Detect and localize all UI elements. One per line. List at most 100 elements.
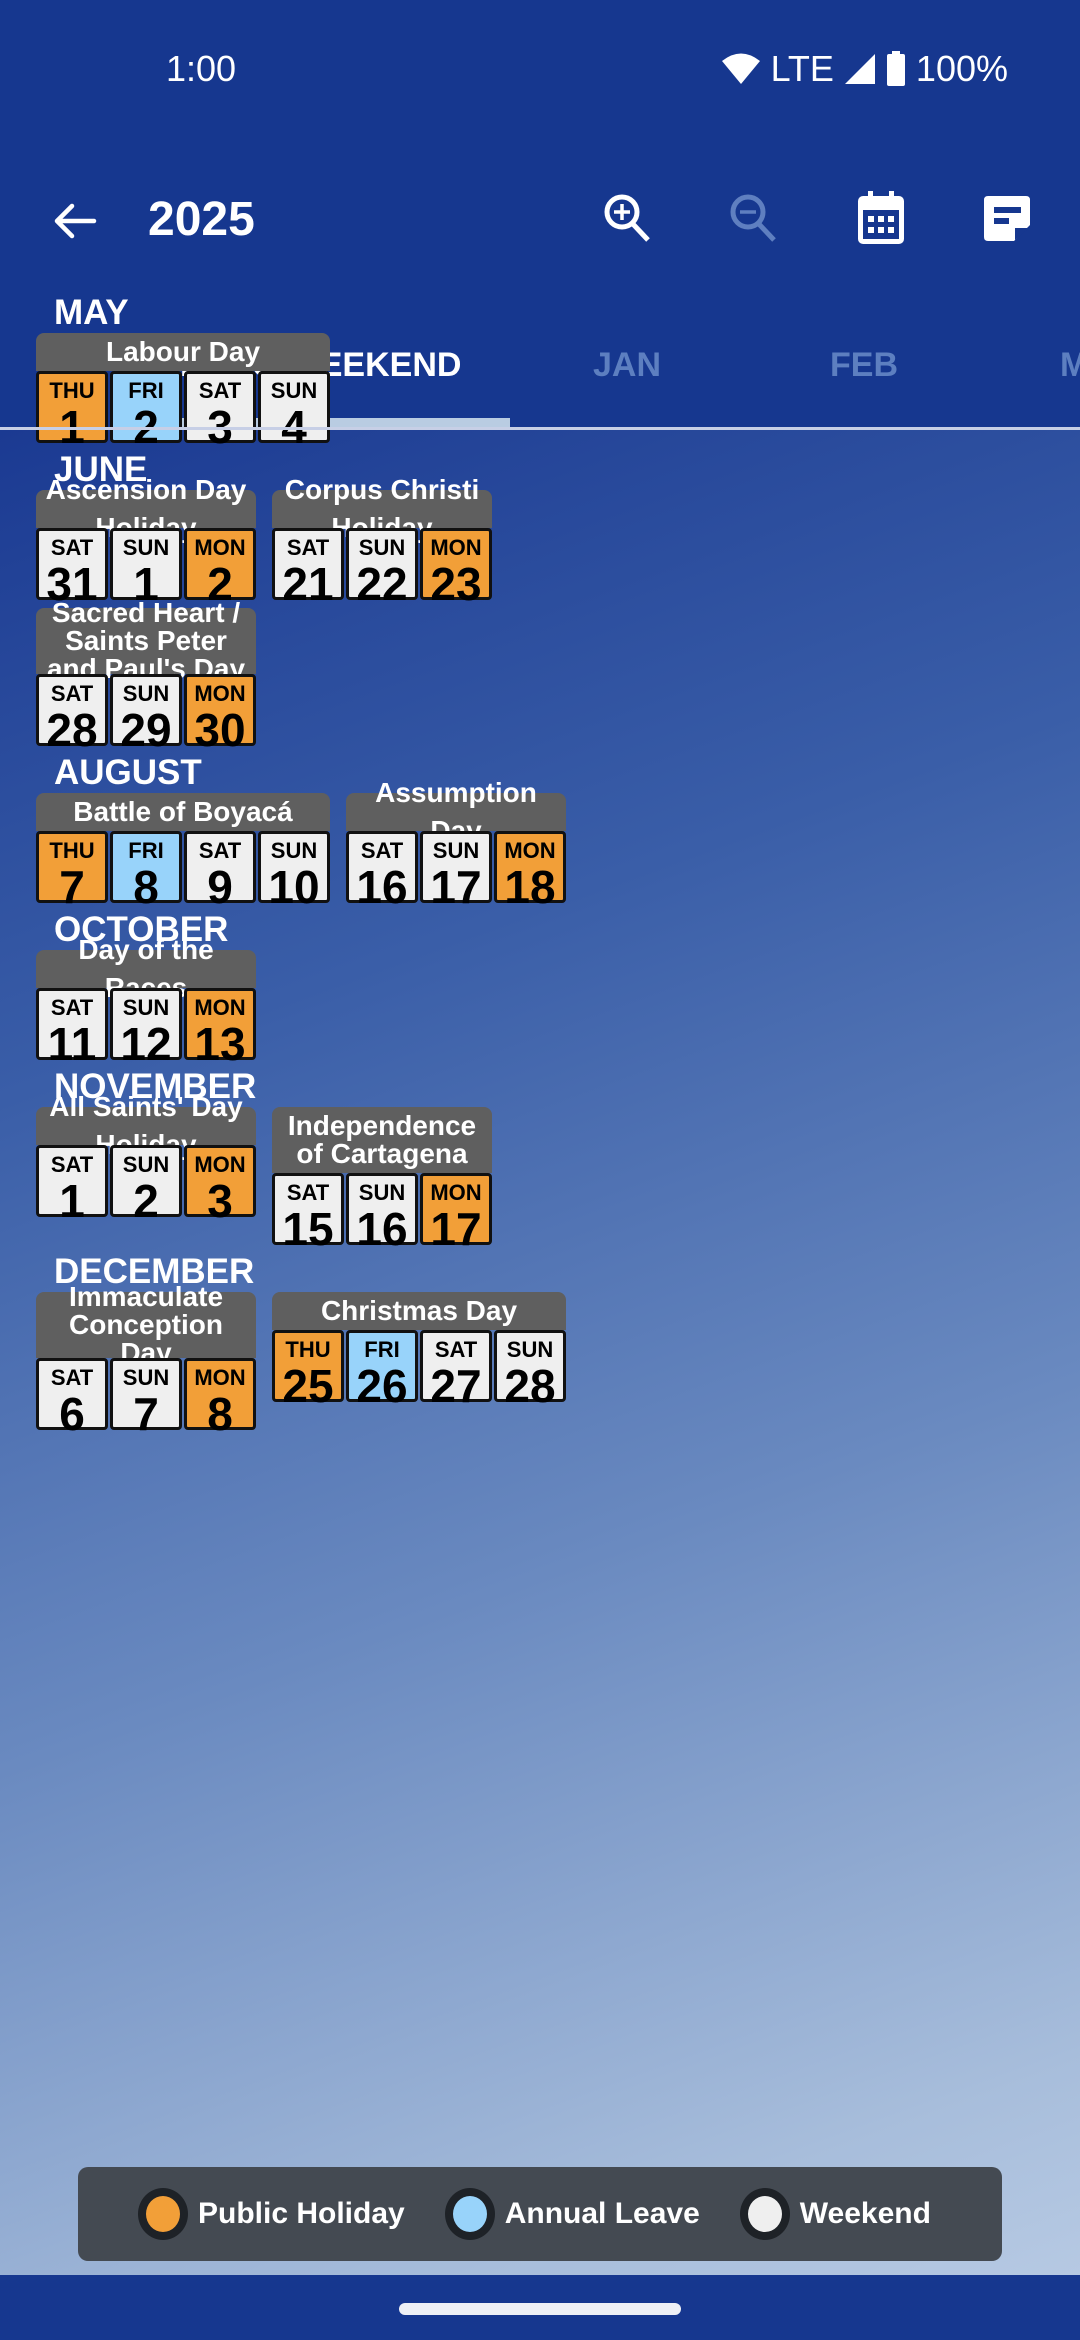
day-cell-leave[interactable]: FRI 2 xyxy=(110,371,182,450)
day-cell-holiday[interactable]: THU 1 xyxy=(36,371,108,450)
day-cell-weekend[interactable]: SUN 22 xyxy=(346,528,418,607)
day-cell-weekend[interactable]: SAT 27 xyxy=(420,1330,492,1409)
day-number: 1 xyxy=(59,1175,85,1227)
long-weekend-card[interactable]: Corpus Christi HolidaySAT21SUN22MON23 xyxy=(272,474,492,607)
day-cells: SAT 21 SUN 22 MON 23 xyxy=(272,528,492,607)
long-weekend-card[interactable]: Sacred Heart / Saints Peter and Paul's D… xyxy=(36,599,256,753)
day-of-week: THU xyxy=(285,1337,331,1362)
day-number: 7 xyxy=(133,1388,159,1440)
zoom-out-button[interactable] xyxy=(724,190,784,250)
calendar-button[interactable] xyxy=(851,190,911,250)
day-cell-weekend[interactable]: SAT 15 xyxy=(272,1173,344,1252)
day-cells: SAT 15 SUN 16 MON 17 xyxy=(272,1173,492,1252)
day-number: 17 xyxy=(430,861,482,913)
day-cells: THU 1 FRI 2 SAT 3 SUN 4 xyxy=(36,371,330,450)
zoom-in-button[interactable] xyxy=(598,190,658,250)
day-cell-weekend[interactable]: SUN 12 xyxy=(110,988,182,1067)
holiday-name: All Saints' Day Holiday xyxy=(36,1091,256,1160)
day-number: 3 xyxy=(207,1175,233,1227)
day-of-week: SAT xyxy=(50,681,94,706)
day-cell-weekend[interactable]: SAT 6 xyxy=(36,1358,108,1437)
back-button[interactable] xyxy=(50,196,100,246)
legend-item-annual-leave: Annual Leave xyxy=(444,2188,700,2240)
status-bar: 1:00 LTE 100% xyxy=(0,0,1080,140)
day-of-week: SUN xyxy=(270,838,318,863)
legend-label: Public Holiday xyxy=(198,2197,405,2230)
long-weekend-card[interactable]: Christmas Day THU 25 FRI 26 SAT 27 SUN 28 xyxy=(272,1292,566,1409)
day-cell-holiday[interactable]: MON 2 xyxy=(184,528,256,607)
day-cell-holiday[interactable]: MON 18 xyxy=(494,831,566,910)
holiday-name: Labour Day xyxy=(36,333,330,371)
day-of-week: SUN xyxy=(270,378,318,403)
long-weekend-card[interactable]: Ascension Day HolidaySAT31SUN1MON2 xyxy=(36,474,256,607)
day-cell-leave[interactable]: FRI 26 xyxy=(346,1330,418,1409)
day-of-week: SUN xyxy=(122,535,170,560)
day-of-week: SUN xyxy=(358,1180,406,1205)
long-weekend-card[interactable]: Battle of Boyacá THU 7 FRI 8 SAT 9 SUN 10 xyxy=(36,793,330,910)
zoom-out-icon xyxy=(728,192,780,249)
day-cell-weekend[interactable]: SUN 4 xyxy=(258,371,330,450)
day-of-week: MON xyxy=(194,535,246,560)
day-cell-weekend[interactable]: SAT 3 xyxy=(184,371,256,450)
day-cell-weekend[interactable]: SAT 16 xyxy=(346,831,418,910)
day-cell-weekend[interactable]: SAT 31 xyxy=(36,528,108,607)
day-cell-holiday[interactable]: MON 13 xyxy=(184,988,256,1067)
day-cells: SAT 1 SUN 2 MON 3 xyxy=(36,1145,256,1224)
long-weekend-card[interactable]: Assumption DaySAT16SUN17MON18 xyxy=(346,777,566,910)
day-of-week: SAT xyxy=(360,838,404,863)
long-weekend-card[interactable]: Day of the RacesSAT11SUN12MON13 xyxy=(36,934,256,1067)
day-cell-weekend[interactable]: SAT 28 xyxy=(36,674,108,753)
day-number: 2 xyxy=(133,1175,159,1227)
tab-jan[interactable]: JAN xyxy=(593,346,661,385)
day-cells: THU 25 FRI 26 SAT 27 SUN 28 xyxy=(272,1330,566,1409)
day-cell-weekend[interactable]: SAT 21 xyxy=(272,528,344,607)
home-gesture-handle[interactable] xyxy=(399,2303,681,2315)
holiday-name: Immaculate Conception Day xyxy=(36,1283,256,1367)
wifi-icon xyxy=(721,52,761,86)
long-weekend-card[interactable]: Immaculate Conception Day SAT 6 SUN 7 MON 8 xyxy=(36,1283,256,1437)
day-cell-weekend[interactable]: SUN 16 xyxy=(346,1173,418,1252)
day-cell-weekend[interactable]: SUN 28 xyxy=(494,1330,566,1409)
day-cell-holiday[interactable]: MON 30 xyxy=(184,674,256,753)
battery-percent: 100% xyxy=(915,48,1008,89)
day-cell-holiday[interactable]: THU 7 xyxy=(36,831,108,910)
day-cell-weekend[interactable]: SUN 10 xyxy=(258,831,330,910)
day-number: 27 xyxy=(430,1360,482,1412)
long-weekend-card[interactable]: Independence of Cartagena SAT 15 SUN 16 MON 17 xyxy=(272,1107,492,1252)
day-cell-weekend[interactable]: SUN 7 xyxy=(110,1358,182,1437)
day-number: 8 xyxy=(207,1388,233,1440)
day-cell-holiday[interactable]: THU 25 xyxy=(272,1330,344,1409)
legend-item-weekend: Weekend xyxy=(739,2188,931,2240)
day-of-week: SUN xyxy=(358,535,406,560)
day-cell-weekend[interactable]: SUN 29 xyxy=(110,674,182,753)
day-of-week: SUN xyxy=(122,681,170,706)
day-cell-weekend[interactable]: SAT 11 xyxy=(36,988,108,1067)
day-cell-weekend[interactable]: SUN 1 xyxy=(110,528,182,607)
day-cell-weekend[interactable]: SAT 9 xyxy=(184,831,256,910)
day-cell-holiday[interactable]: MON 17 xyxy=(420,1173,492,1252)
day-cell-weekend[interactable]: SUN 2 xyxy=(110,1145,182,1224)
day-cell-holiday[interactable]: MON 8 xyxy=(184,1358,256,1437)
legend: Public Holiday Annual Leave Weekend xyxy=(78,2167,1002,2261)
day-cell-leave[interactable]: FRI 8 xyxy=(110,831,182,910)
system-nav-bar xyxy=(0,2275,1080,2340)
holiday-name: Ascension Day Holiday xyxy=(36,474,256,543)
day-cell-weekend[interactable]: SUN 17 xyxy=(420,831,492,910)
day-cell-holiday[interactable]: MON 3 xyxy=(184,1145,256,1224)
day-of-week: SAT xyxy=(50,535,94,560)
long-weekend-card[interactable]: All Saints' Day HolidaySAT1SUN2MON3 xyxy=(36,1091,256,1224)
notes-button[interactable] xyxy=(977,190,1037,250)
day-of-week: MON xyxy=(430,535,482,560)
long-weekend-list[interactable]: MAY Labour Day THU 1 FRI 2 SAT 3 SUN 4 JUNE Ascensi… xyxy=(0,293,1080,2275)
tab-feb[interactable]: FEB xyxy=(830,346,898,385)
day-number: 18 xyxy=(504,861,556,913)
day-cell-weekend[interactable]: SAT 1 xyxy=(36,1145,108,1224)
zoom-in-icon xyxy=(602,192,654,249)
day-number: 10 xyxy=(268,861,320,913)
tab-mar[interactable]: M xyxy=(1060,346,1080,385)
day-cells: THU 7 FRI 8 SAT 9 SUN 10 xyxy=(36,831,330,910)
battery-icon xyxy=(886,51,906,87)
day-cell-holiday[interactable]: MON 23 xyxy=(420,528,492,607)
day-cells: SAT 11 SUN 12 MON 13 xyxy=(36,988,256,1067)
signal-icon xyxy=(844,53,876,85)
